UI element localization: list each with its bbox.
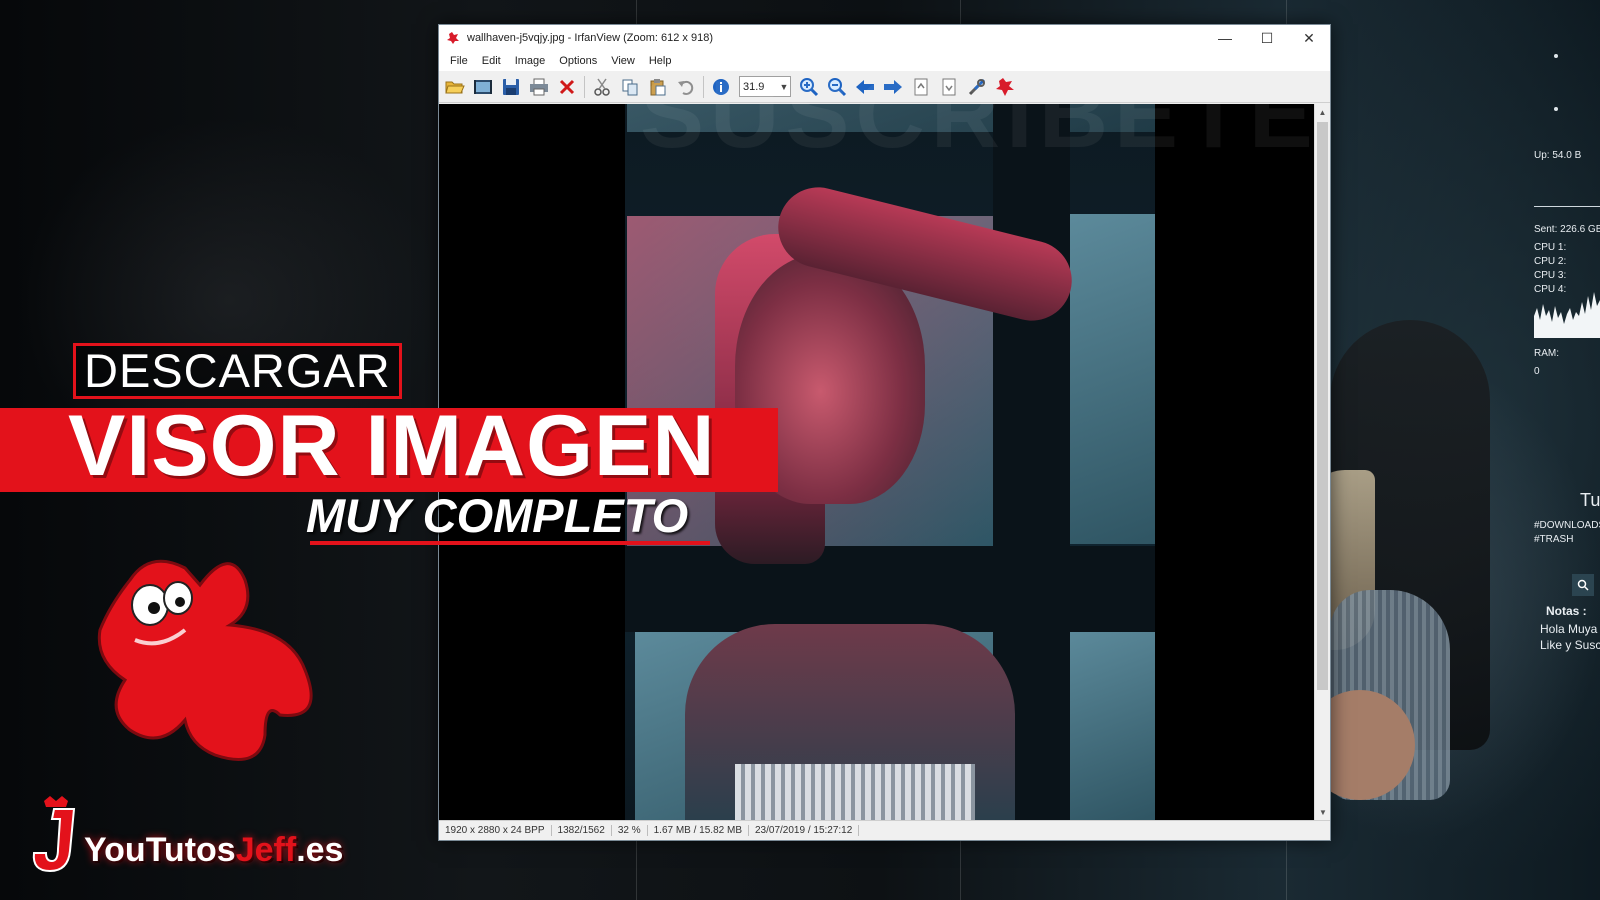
menu-edit[interactable]: Edit	[475, 55, 508, 67]
subscribe-watermark: SUSCRIBETE	[640, 61, 1319, 168]
status-memory: 1.67 MB / 15.82 MB	[648, 825, 749, 836]
delete-button[interactable]	[553, 74, 581, 100]
scroll-down-arrow[interactable]: ▼	[1315, 804, 1331, 820]
open-folder-icon	[445, 81, 465, 93]
network-sent-label: Sent: 226.6 GB	[1534, 224, 1600, 235]
search-icon	[1577, 579, 1589, 591]
cpu-label: CPU 1:	[1534, 242, 1567, 253]
cpu-label: CPU 2:	[1534, 256, 1567, 267]
cut-icon	[594, 78, 610, 96]
menu-file[interactable]: File	[443, 55, 475, 67]
print-icon	[530, 78, 548, 95]
close-button[interactable]: ✕	[1288, 25, 1330, 51]
window-title: wallhaven-j5vqjy.jpg - IrfanView (Zoom: …	[467, 32, 713, 44]
overlay-underline	[310, 541, 710, 545]
maximize-button[interactable]: ☐	[1246, 25, 1288, 51]
window-pane	[1070, 214, 1155, 544]
status-bar: 1920 x 2880 x 24 BPP 1382/1562 32 % 1.67…	[439, 820, 1330, 840]
irfanview-cat-icon	[97, 559, 313, 761]
window-pane	[1070, 629, 1155, 820]
overlay-subtitle: MUY COMPLETO	[306, 489, 689, 542]
widget-heading: Tu	[1580, 490, 1600, 510]
widget-divider	[1534, 206, 1600, 207]
print-button[interactable]	[525, 74, 553, 100]
widget-dot	[1554, 54, 1558, 58]
cpu-graph	[1534, 292, 1600, 338]
slideshow-button[interactable]	[469, 74, 497, 100]
status-index: 1382/1562	[552, 825, 612, 836]
notes-label: Notas :	[1546, 604, 1587, 618]
overlay-download-label: DESCARGAR	[73, 343, 402, 399]
channel-branding: YouTutosJeff.es	[30, 795, 343, 885]
cut-button[interactable]	[588, 74, 616, 100]
menu-view[interactable]: View	[604, 55, 642, 67]
ram-label: RAM:	[1534, 348, 1559, 359]
channel-name-part: Jeff	[235, 831, 297, 869]
striped-top	[735, 764, 975, 820]
channel-name: YouTutosJeff.es	[84, 831, 343, 870]
slideshow-icon	[474, 79, 492, 94]
note-line: Hola Muya	[1540, 622, 1598, 636]
scrollbar-thumb[interactable]	[1317, 122, 1328, 690]
cpu-label: CPU 3:	[1534, 270, 1567, 281]
tag-link[interactable]: #DOWNLOADS	[1534, 520, 1600, 531]
note-line: Like y Susc	[1540, 638, 1600, 652]
status-datetime: 23/07/2019 / 15:27:12	[749, 825, 860, 836]
irfanview-app-icon	[445, 30, 461, 46]
widget-search-button[interactable]	[1572, 574, 1594, 596]
delete-icon	[559, 79, 575, 94]
copy-icon	[622, 79, 638, 95]
minimize-button[interactable]: —	[1204, 25, 1246, 51]
save-button[interactable]	[497, 74, 525, 100]
save-icon	[503, 78, 519, 95]
widget-dot	[1554, 107, 1558, 111]
status-zoom: 32 %	[612, 825, 648, 836]
overlay-title: VISOR IMAGEN	[68, 398, 716, 494]
open-folder-button[interactable]	[441, 74, 469, 100]
ram-value: 0	[1534, 366, 1540, 377]
menu-options[interactable]: Options	[552, 55, 604, 67]
window-frame-horizontal	[625, 546, 1155, 632]
vertical-scrollbar[interactable]: ▲ ▼	[1314, 104, 1330, 820]
channel-name-part: .es	[296, 831, 344, 869]
channel-name-part: YouTutos	[84, 831, 236, 869]
menu-image[interactable]: Image	[508, 55, 553, 67]
toolbar-separator	[584, 75, 585, 98]
irfanview-cat-logo	[90, 550, 330, 780]
title-bar[interactable]: wallhaven-j5vqjy.jpg - IrfanView (Zoom: …	[439, 25, 1330, 51]
status-dimensions: 1920 x 2880 x 24 BPP	[439, 825, 552, 836]
jeff-logo-icon	[32, 796, 76, 873]
tag-link[interactable]: #TRASH	[1534, 534, 1573, 545]
network-up-label: Up: 54.0 B	[1534, 150, 1582, 161]
